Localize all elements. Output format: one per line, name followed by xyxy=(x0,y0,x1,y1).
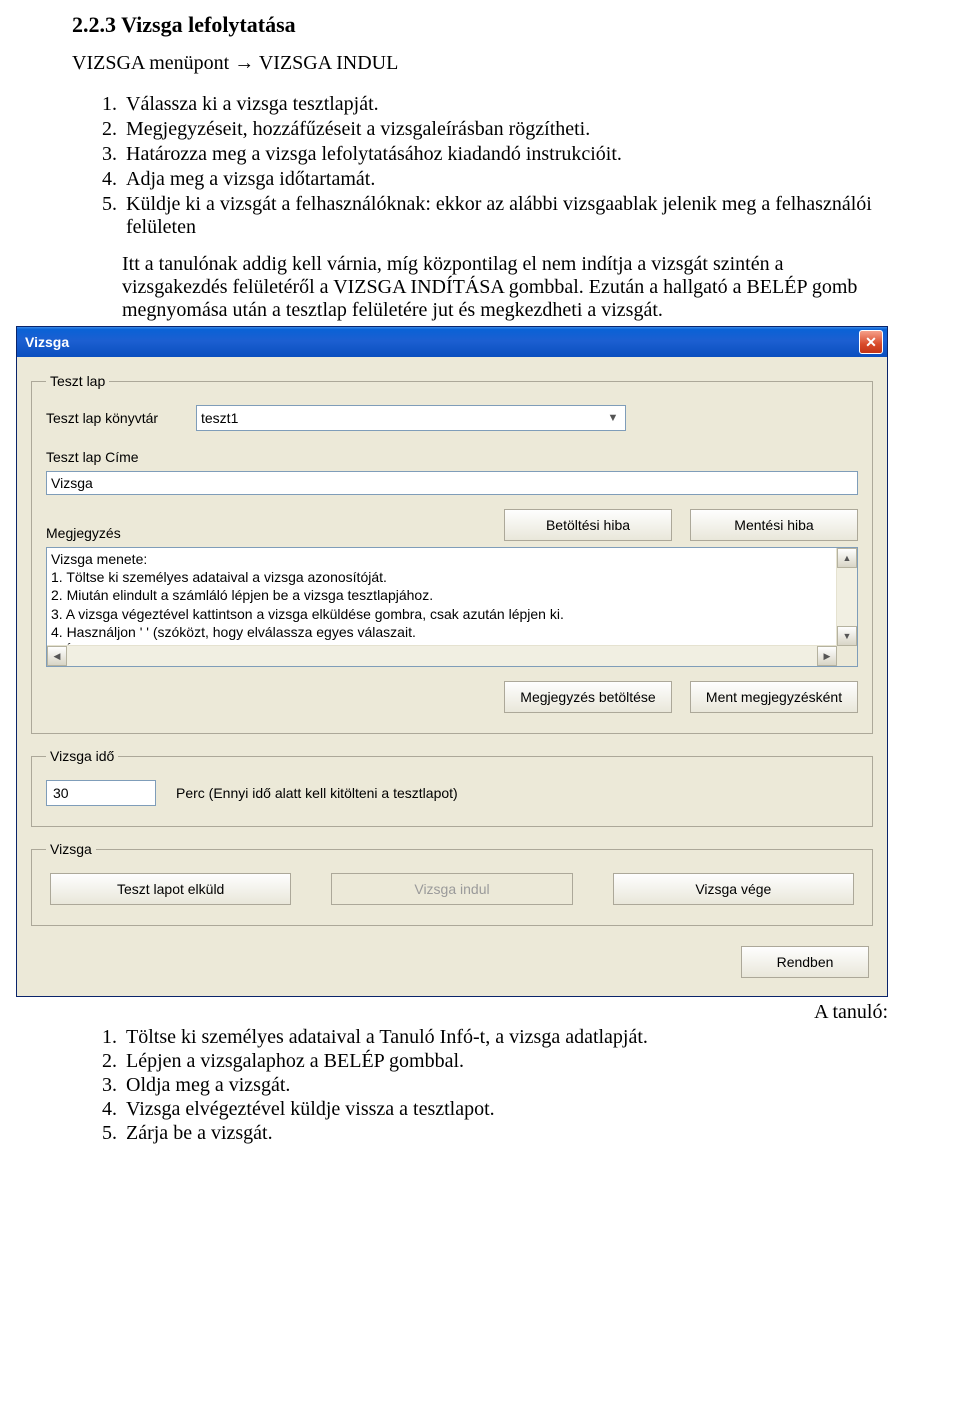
list-item: Zárja be a vizsgát. xyxy=(122,1122,888,1145)
list-item: Oldja meg a vizsgát. xyxy=(122,1074,888,1097)
group-legend: Vizsga xyxy=(46,841,96,857)
vizsga-group: Vizsga Teszt lapot elküld Vizsga indul V… xyxy=(31,841,873,926)
title-input[interactable]: Vizsga xyxy=(46,471,858,495)
list-item: Határozza meg a vizsga lefolytatásához k… xyxy=(122,143,888,166)
list-item: Válassza ki a vizsga tesztlapját. xyxy=(122,93,888,116)
list-item: Adja meg a vizsga időtartamát. xyxy=(122,168,888,191)
horizontal-scrollbar[interactable]: ◀ ▶ xyxy=(47,645,837,666)
note-save-button[interactable]: Ment megjegyzésként xyxy=(690,681,858,713)
title-value: Vizsga xyxy=(51,475,93,491)
section-heading: 2.2.3 Vizsga lefolytatása xyxy=(72,12,888,38)
vertical-scrollbar[interactable]: ▲ ▼ xyxy=(836,548,857,646)
vizsga-ido-group: Vizsga idő 30 Perc (Ennyi idő alatt kell… xyxy=(31,748,873,827)
teszt-lap-group: Teszt lap Teszt lap könyvtár teszt1 ▼ Te… xyxy=(31,373,873,734)
breadcrumb-part1: VIZSGA menüpont xyxy=(72,52,234,74)
breadcrumb: VIZSGA menüpont → VIZSGA INDUL xyxy=(72,52,888,75)
time-hint: Perc (Ennyi idő alatt kell kitölteni a t… xyxy=(176,785,458,801)
vizsga-dialog: Vizsga ✕ Teszt lap Teszt lap könyvtár te… xyxy=(16,326,888,997)
dialog-titlebar[interactable]: Vizsga ✕ xyxy=(17,327,887,357)
time-value: 30 xyxy=(53,785,69,801)
note-label: Megjegyzés xyxy=(46,525,196,541)
end-exam-button[interactable]: Vizsga vége xyxy=(613,873,854,905)
dir-value: teszt1 xyxy=(201,410,238,426)
list-item: Küldje ki a vizsgát a felhasználóknak: e… xyxy=(122,193,888,239)
dir-label: Teszt lap könyvtár xyxy=(46,410,196,426)
instruction-list: Válassza ki a vizsga tesztlapját. Megjeg… xyxy=(92,93,888,239)
dialog-title: Vizsga xyxy=(25,334,69,350)
dir-combobox[interactable]: teszt1 ▼ xyxy=(196,405,626,431)
time-input[interactable]: 30 xyxy=(46,780,156,806)
scroll-right-icon[interactable]: ▶ xyxy=(817,646,837,666)
scroll-corner xyxy=(837,646,857,666)
indent-paragraph: Itt a tanulónak addig kell várnia, míg k… xyxy=(122,253,888,322)
start-exam-button[interactable]: Vizsga indul xyxy=(331,873,572,905)
arrow-icon: → xyxy=(234,52,254,74)
group-legend: Vizsga idő xyxy=(46,748,118,764)
scroll-up-icon[interactable]: ▲ xyxy=(837,548,857,568)
save-error-button[interactable]: Mentési hiba xyxy=(690,509,858,541)
note-text: Vizsga menete: 1. Töltse ki személyes ad… xyxy=(47,548,837,646)
scroll-left-icon[interactable]: ◀ xyxy=(47,646,67,666)
list-item: Vizsga elvégeztével küldje vissza a tesz… xyxy=(122,1098,888,1121)
note-load-button[interactable]: Megjegyzés betöltése xyxy=(504,681,672,713)
student-steps-list: Töltse ki személyes adataival a Tanuló I… xyxy=(92,1026,888,1145)
chevron-down-icon: ▼ xyxy=(605,412,621,424)
list-item: Töltse ki személyes adataival a Tanuló I… xyxy=(122,1026,888,1049)
list-item: Lépjen a vizsgalaphoz a BELÉP gombbal. xyxy=(122,1050,888,1073)
note-textarea[interactable]: Vizsga menete: 1. Töltse ki személyes ad… xyxy=(46,547,858,667)
close-icon: ✕ xyxy=(865,334,877,351)
group-legend: Teszt lap xyxy=(46,373,109,389)
ok-button[interactable]: Rendben xyxy=(741,946,869,978)
right-note: A tanuló: xyxy=(72,1001,888,1024)
title-label: Teszt lap Címe xyxy=(46,449,858,465)
close-button[interactable]: ✕ xyxy=(859,330,883,354)
send-test-button[interactable]: Teszt lapot elküld xyxy=(50,873,291,905)
list-item: Megjegyzéseit, hozzáfűzéseit a vizsgaleí… xyxy=(122,118,888,141)
load-error-button[interactable]: Betöltési hiba xyxy=(504,509,672,541)
breadcrumb-part2: VIZSGA INDUL xyxy=(259,52,398,74)
scroll-down-icon[interactable]: ▼ xyxy=(837,626,857,646)
